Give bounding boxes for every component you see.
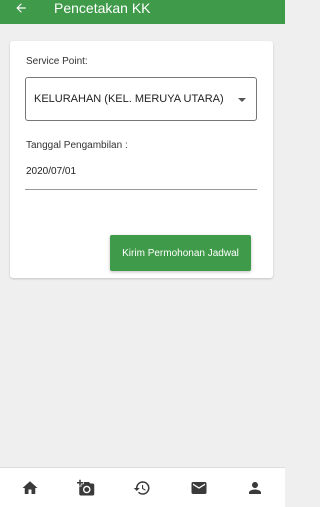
bottom-navigation	[0, 467, 285, 507]
dropdown-caret-icon	[238, 98, 246, 102]
service-point-select[interactable]: KELURAHAN (KEL. MERUYA UTARA)	[25, 77, 257, 121]
date-field[interactable]: 2020/07/01	[26, 166, 76, 177]
nav-add-photo[interactable]	[66, 470, 106, 506]
nav-profile[interactable]	[235, 470, 275, 506]
home-icon	[22, 480, 38, 494]
date-label: Tanggal Pengambilan :	[26, 140, 128, 151]
add-photo-icon	[77, 479, 95, 495]
submit-schedule-button[interactable]: Kirim Permohonan Jadwal	[110, 235, 251, 271]
mail-icon	[191, 481, 207, 494]
person-icon	[248, 481, 261, 494]
nav-history[interactable]	[122, 470, 162, 506]
service-point-label: Service Point:	[26, 56, 88, 67]
nav-mail[interactable]	[179, 470, 219, 506]
history-icon	[134, 480, 150, 495]
back-arrow-icon[interactable]	[11, 2, 31, 22]
nav-home[interactable]	[10, 470, 50, 506]
app-bar: Pencetakan KK	[0, 0, 285, 24]
schedule-form-card: Service Point: KELURAHAN (KEL. MERUYA UT…	[10, 41, 273, 278]
page-title: Pencetakan KK	[54, 0, 151, 16]
service-point-value: KELURAHAN (KEL. MERUYA UTARA)	[34, 93, 224, 105]
date-field-underline	[25, 189, 257, 190]
